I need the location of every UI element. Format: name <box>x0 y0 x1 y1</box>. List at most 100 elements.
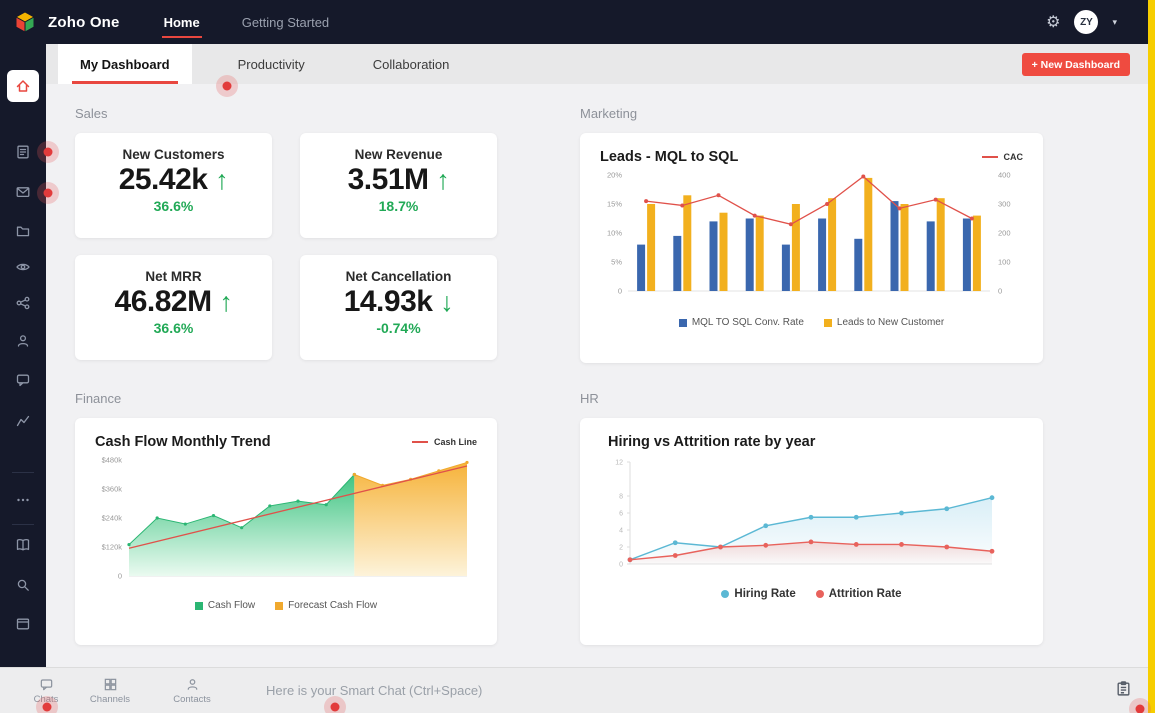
dashboard-content: Sales Marketing Finance HR New Customers… <box>46 84 1148 667</box>
trend-down-arrow-icon: ↓ <box>440 287 454 317</box>
kpi-value: 3.51M <box>347 163 429 196</box>
section-title-sales: Sales <box>75 106 108 121</box>
tab-collaboration[interactable]: Collaboration <box>351 44 472 84</box>
sidebar-item-forms[interactable] <box>0 137 46 167</box>
new-dashboard-button[interactable]: + New Dashboard <box>1021 53 1130 76</box>
sidebar-item-crm[interactable] <box>0 252 46 282</box>
chats-label: Chats <box>33 693 59 705</box>
sidebar-item-cliq[interactable] <box>0 365 46 395</box>
legend-label: Leads to New Customer <box>836 317 945 328</box>
zoho-one-logo-icon[interactable] <box>12 9 38 35</box>
channels-button[interactable]: Channels <box>80 677 140 705</box>
svg-text:$360k: $360k <box>102 485 123 494</box>
chart-title: Hiring vs Attrition rate by year <box>608 434 816 450</box>
finance-chart-card: Cash Flow Monthly Trend Cash Line 0 $120k… <box>75 418 497 645</box>
svg-text:$480k: $480k <box>102 456 123 465</box>
book-icon <box>16 538 30 551</box>
legend-label: Forecast Cash Flow <box>288 600 378 611</box>
notes-clipboard-button[interactable] <box>1115 680 1132 702</box>
sidebar-item-connect[interactable] <box>0 288 46 318</box>
kpi-value: 46.82M <box>114 285 213 318</box>
line-swatch <box>411 441 428 443</box>
kpi-card-net-cancellation: Net Cancellation 14.93k ↓ -0.74% <box>300 255 497 360</box>
sidebar-item-analytics[interactable] <box>0 406 46 436</box>
trend-up-arrow-icon: ↑ <box>215 165 229 195</box>
mail-icon <box>16 187 30 198</box>
contacts-icon <box>187 678 197 690</box>
sidebar-item-more[interactable] <box>0 485 46 515</box>
brand-title: Zoho One <box>48 13 120 31</box>
svg-text:2: 2 <box>619 545 623 552</box>
kpi-card-new-revenue: New Revenue 3.51M ↑ 18.7% <box>300 133 497 238</box>
sidebar-item-people[interactable] <box>0 326 46 356</box>
topbar: Zoho One Home Getting Started ⚙ ZY ▾ <box>0 0 1155 44</box>
legend-label: CAC <box>1003 152 1024 162</box>
cac-line-legend: CAC <box>981 152 1024 162</box>
sidebar-item-catalog[interactable] <box>0 530 46 560</box>
avatar-caret-icon[interactable]: ▾ <box>1112 17 1117 28</box>
cash-line-legend: Cash Line <box>411 437 477 447</box>
svg-text:100: 100 <box>998 258 1011 267</box>
channels-icon <box>104 678 116 690</box>
marketing-chart-card: Leads - MQL to SQL CAC 0 5% 10% 15% 20% 0 100 2… <box>580 133 1043 363</box>
kpi-value: 25.42k <box>118 163 208 196</box>
svg-text:0: 0 <box>118 572 122 581</box>
more-dots-icon <box>17 498 29 502</box>
user-avatar[interactable]: ZY <box>1074 10 1099 34</box>
svg-text:4: 4 <box>619 528 623 535</box>
svg-text:5%: 5% <box>611 258 622 267</box>
nav-getting-started[interactable]: Getting Started <box>240 11 331 34</box>
tab-productivity[interactable]: Productivity <box>216 44 327 84</box>
contacts-button[interactable]: Contacts <box>162 677 222 705</box>
svg-text:$240k: $240k <box>102 514 123 523</box>
sidebar-item-workdrive[interactable] <box>0 216 46 246</box>
svg-text:20%: 20% <box>607 171 622 180</box>
kpi-card-new-customers: New Customers 25.42k ↑ 36.6% <box>75 133 272 238</box>
kpi-card-net-mrr: Net MRR 46.82M ↑ 36.6% <box>75 255 272 360</box>
dashboard-tabbar: My Dashboard Productivity Collaboration … <box>46 44 1148 84</box>
legend-swatch <box>823 318 832 327</box>
tab-my-dashboard[interactable]: My Dashboard <box>58 44 192 84</box>
home-icon <box>16 80 30 92</box>
svg-text:15%: 15% <box>607 200 622 209</box>
svg-text:300: 300 <box>998 200 1011 209</box>
svg-text:0: 0 <box>998 287 1002 296</box>
svg-text:200: 200 <box>998 229 1011 238</box>
sidebar-item-search[interactable] <box>0 570 46 600</box>
legend-swatch <box>815 590 824 598</box>
legend-label: Attrition Rate <box>828 588 902 600</box>
finance-area-chart: 0 $120k $240k $360k $480k <box>102 456 469 581</box>
trend-up-arrow-icon: ↑ <box>436 165 450 195</box>
topbar-right: ⚙ ZY ▾ <box>1046 10 1117 34</box>
legend-swatch <box>194 601 203 610</box>
kpi-label: New Revenue <box>354 147 443 162</box>
sidebar-item-home[interactable] <box>7 70 39 102</box>
svg-text:10%: 10% <box>607 229 622 238</box>
trend-up-arrow-icon: ↑ <box>219 287 233 317</box>
sidebar-item-mail[interactable] <box>0 177 46 207</box>
svg-text:$120k: $120k <box>102 543 123 552</box>
hr-chart-card: Hiring vs Attrition rate by year 0 2 4 6 8 12… <box>580 418 1043 645</box>
svg-text:0: 0 <box>619 562 623 569</box>
kpi-delta: 36.6% <box>153 320 194 336</box>
app-sidebar <box>0 44 46 667</box>
app-window: Zoho One Home Getting Started ⚙ ZY ▾ My … <box>0 0 1155 713</box>
kpi-delta: 36.6% <box>153 198 194 214</box>
top-navigation: Home Getting Started <box>161 11 332 38</box>
nav-home[interactable]: Home <box>161 11 202 38</box>
line-swatch <box>981 156 998 158</box>
legend-label: MQL TO SQL Conv. Rate <box>691 317 804 328</box>
legend-label: Cash Line <box>433 437 477 447</box>
hr-line-chart: 0 2 4 6 8 12 <box>615 460 995 569</box>
smart-chat-bar: Chats Channels Contacts <box>0 667 1148 713</box>
legend-swatch <box>721 590 730 598</box>
settings-gear-icon[interactable]: ⚙ <box>1046 12 1060 32</box>
chats-button[interactable]: Chats <box>16 677 76 705</box>
analytics-chart-icon <box>16 415 30 427</box>
chart-title: Cash Flow Monthly Trend <box>95 434 271 450</box>
sidebar-item-apps[interactable] <box>0 609 46 639</box>
folder-icon <box>16 226 30 237</box>
section-title-hr: HR <box>580 391 599 406</box>
kpi-value: 14.93k <box>343 285 433 318</box>
smart-chat-input[interactable] <box>266 683 1095 698</box>
